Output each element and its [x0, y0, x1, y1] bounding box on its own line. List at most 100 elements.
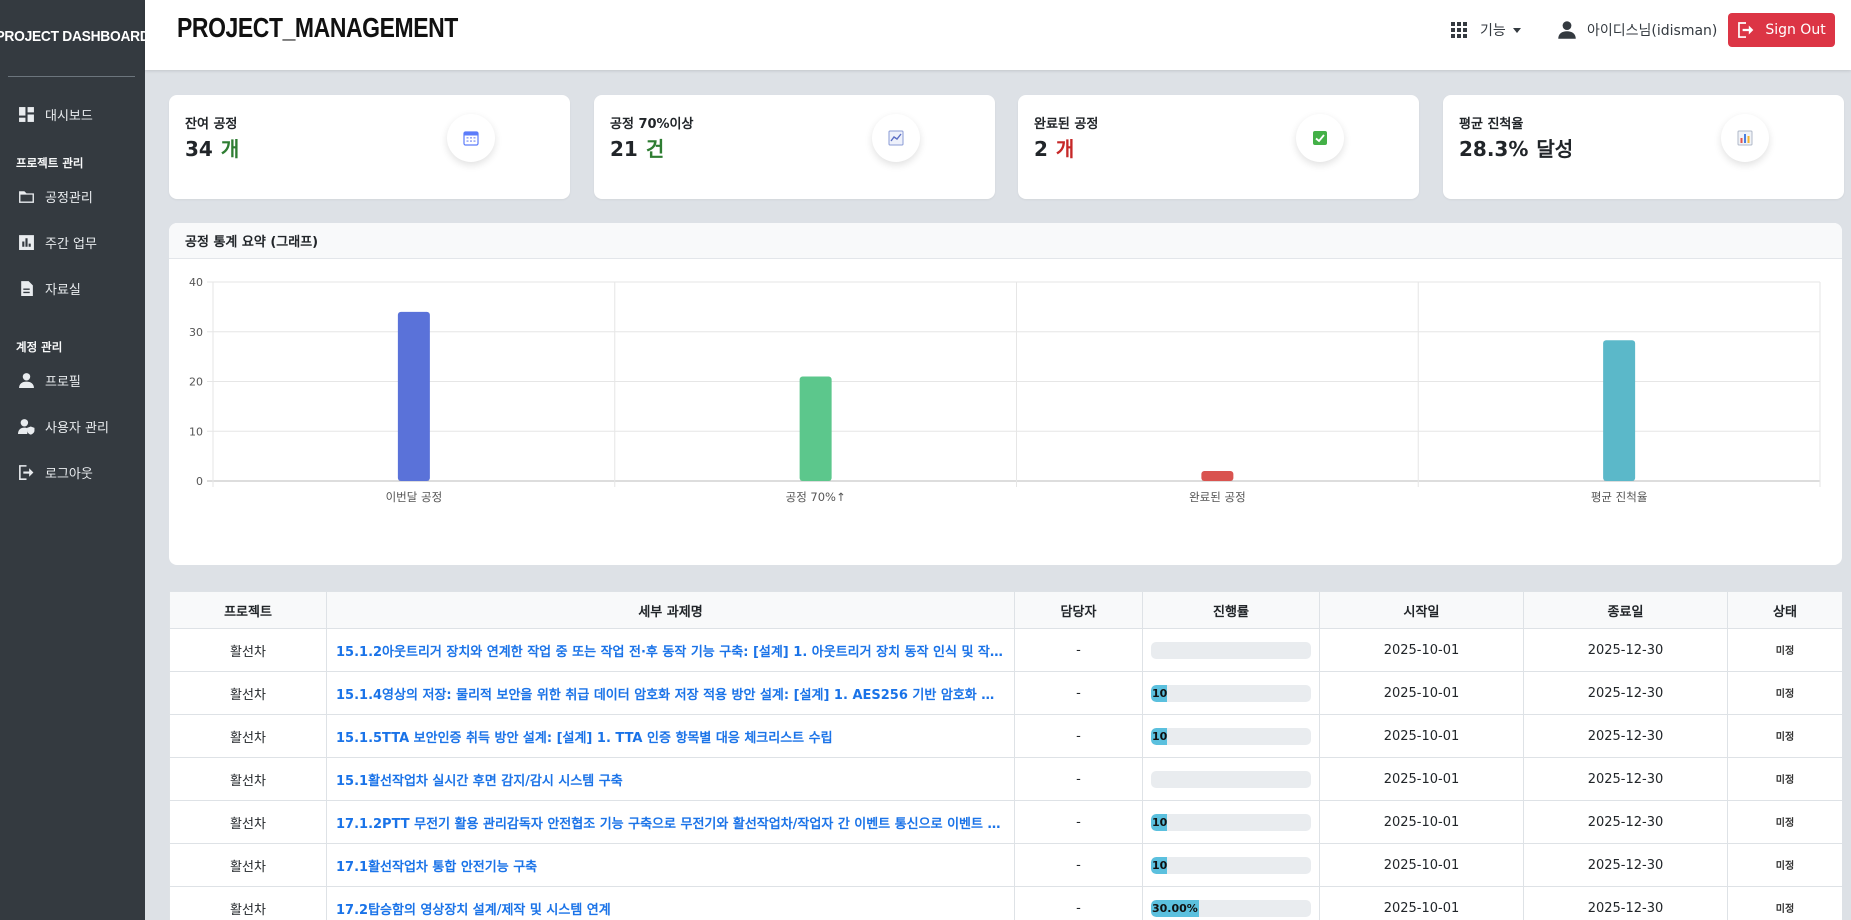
start-date-cell: 2025-10-01	[1319, 714, 1524, 758]
column-header[interactable]: 세부 과제명	[326, 591, 1015, 629]
document-icon	[21, 280, 33, 296]
table-row[interactable]: 활선차 15.1.2아웃트리거 장치와 연계한 작업 중 또는 작업 전·후 동작…	[169, 628, 1842, 672]
stat-number: 34	[185, 137, 213, 161]
table-row[interactable]: 활선차 17.2탑승함의 영상장치 설계/제작 및 시스템 연계 -30.00% 20…	[169, 886, 1842, 920]
manager-cell: -	[1014, 757, 1143, 801]
sidebar-item-library[interactable]: 자료실	[0, 265, 145, 311]
sidebar-item-label: 대시보드	[45, 108, 93, 124]
sidebar-item-label: 프로필	[45, 374, 81, 390]
y-tick-label: 0	[196, 475, 203, 488]
sidebar-item-label: 주간 업무	[45, 236, 97, 252]
sidebar-item-dashboard[interactable]: 대시보드	[0, 91, 145, 137]
manager-cell: -	[1014, 671, 1143, 715]
stat-card-value: 21 건	[610, 133, 664, 162]
progress-bar	[1151, 770, 1311, 788]
task-link[interactable]: 17.1.2PTT 무전기 활용 관리감독자 안전협조 기능 구축으로 무전기와…	[326, 800, 1015, 844]
y-tick-label: 20	[189, 376, 203, 389]
sidebar-item-profile[interactable]: 프로필	[0, 357, 145, 403]
column-header[interactable]: 상태	[1727, 591, 1842, 629]
start-date-cell: 2025-10-01	[1319, 628, 1524, 672]
project-cell: 활선차	[169, 671, 327, 715]
manager-cell: -	[1014, 886, 1143, 920]
end-date-cell: 2025-12-30	[1523, 628, 1728, 672]
progress-cell: 10.00%	[1142, 671, 1320, 715]
x-tick-label: 이번달 공정	[386, 490, 443, 504]
sidebar-item-process[interactable]: 공정관리	[0, 173, 145, 219]
column-header[interactable]: 프로젝트	[169, 591, 327, 629]
end-date-cell: 2025-12-30	[1523, 714, 1728, 758]
sidebar-section-project: 프로젝트 관리	[16, 156, 84, 170]
user-name: 아이디스님(idisman)	[1587, 23, 1718, 39]
manager-cell: -	[1014, 628, 1143, 672]
progress-cell: 10.00%	[1142, 800, 1320, 844]
stat-card-label: 완료된 공정	[1034, 117, 1099, 132]
progress-cell: 10.00%	[1142, 714, 1320, 758]
status-cell: 미정	[1727, 757, 1842, 801]
status-badge: 미정	[1775, 732, 1795, 743]
table-row[interactable]: 활선차 15.1.5TTA 보안인증 취득 방안 설계: [설계] 1. TTA …	[169, 714, 1842, 758]
sidebar-item-weekly[interactable]: 주간 업무	[0, 219, 145, 265]
stat-number: 21	[610, 137, 638, 161]
task-link[interactable]: 15.1.5TTA 보안인증 취득 방안 설계: [설계] 1. TTA 인증 …	[326, 714, 1015, 758]
stat-unit: 건	[645, 137, 665, 161]
start-date-cell: 2025-10-01	[1319, 757, 1524, 801]
progress-fill: 30.00%	[1151, 899, 1199, 917]
sign-out-button[interactable]: Sign Out	[1728, 13, 1835, 47]
progress-cell: 10.00%	[1142, 843, 1320, 887]
stat-card-label: 평균 진척율	[1459, 117, 1524, 132]
table-row[interactable]: 활선차 15.1활선작업차 실시간 후면 감지/감시 시스템 구축 - 2025-10…	[169, 757, 1842, 801]
progress-bar: 10.00%	[1151, 813, 1311, 831]
bar-chart: 0 10 20 30 40 이번달 공정 공정 70%↑ 완료된 공정 평균 진척율	[189, 276, 1821, 504]
x-tick-label: 완료된 공정	[1189, 490, 1246, 504]
end-date-cell: 2025-12-30	[1523, 800, 1728, 844]
task-table-container: 프로젝트 세부 과제명 담당자 진행률 시작일 종료일 상태 활선차 15.1.2…	[169, 591, 1842, 920]
sidebar-item-logout[interactable]: 로그아웃	[0, 449, 145, 495]
stat-card-value: 2개	[1034, 133, 1074, 162]
start-date-cell: 2025-10-01	[1319, 671, 1524, 715]
progress-fill	[1151, 642, 1152, 659]
user-icon	[19, 372, 34, 388]
chart-bar	[397, 311, 430, 481]
stat-card-value: 28.3% 달성	[1459, 133, 1573, 162]
brand-logo[interactable]: PROJECT DASHBOARD	[0, 0, 150, 72]
sidebar-item-label: 로그아웃	[45, 466, 93, 482]
column-header[interactable]: 진행률	[1142, 591, 1320, 629]
progress-fill: 10.00%	[1151, 856, 1167, 874]
manager-cell: -	[1014, 843, 1143, 887]
status-badge: 미정	[1775, 689, 1795, 700]
x-tick-label: 평균 진척율	[1591, 490, 1648, 504]
user-menu[interactable]: 아이디스님(idisman)	[1557, 20, 1717, 40]
task-link[interactable]: 17.1활선작업차 통합 안전기능 구축	[326, 843, 1015, 887]
table-row[interactable]: 활선차 15.1.4영상의 저장: 물리적 보안을 위한 취급 데이터 암호화 저…	[169, 671, 1842, 715]
progress-fill: 10.00%	[1151, 727, 1167, 745]
stat-card-average: 평균 진척율 28.3% 달성	[1443, 95, 1844, 199]
column-header[interactable]: 담당자	[1014, 591, 1143, 629]
status-badge: 미정	[1775, 861, 1795, 872]
stat-card-label: 잔여 공정	[185, 117, 238, 132]
top-navbar: PROJECT_MANAGEMENT 기능 아이디스님(idisman) Sig…	[145, 0, 1851, 70]
logout-icon	[19, 464, 34, 480]
check-box-icon	[1296, 114, 1344, 162]
status-cell: 미정	[1727, 628, 1842, 672]
table-row[interactable]: 활선차17.1활선작업차 통합 안전기능 구축-10.00% 2025-10-01…	[169, 843, 1842, 887]
column-header[interactable]: 시작일	[1319, 591, 1524, 629]
task-link[interactable]: 15.1활선작업차 실시간 후면 감지/감시 시스템 구축	[326, 757, 1015, 801]
stat-unit: 달성	[1536, 137, 1574, 161]
table-row[interactable]: 활선차 17.1.2PTT 무전기 활용 관리감독자 안전협조 기능 구축으로 무…	[169, 800, 1842, 844]
x-tick-label: 공정 70%↑	[786, 490, 846, 504]
start-date-cell: 2025-10-01	[1319, 843, 1524, 887]
trend-chart-icon	[872, 114, 920, 162]
sign-out-label: Sign Out	[1765, 22, 1826, 38]
chart-card: 공정 통계 요약 (그래프) 0 10 20 30 40 이번달 공정 공정 70%↑ 완료된…	[169, 223, 1842, 565]
chart-bar	[799, 376, 832, 481]
status-cell: 미정	[1727, 800, 1842, 844]
sidebar: PROJECT DASHBOARD 대시보드 프로젝트 관리 공정관리 주간 업…	[0, 0, 150, 920]
sidebar-item-user-admin[interactable]: 사용자 관리	[0, 403, 145, 449]
task-link[interactable]: 15.1.4영상의 저장: 물리적 보안을 위한 취급 데이터 암호화 저장 적…	[326, 671, 1015, 715]
column-header[interactable]: 종료일	[1523, 591, 1728, 629]
feature-dropdown[interactable]: 기능	[1451, 20, 1521, 40]
task-link[interactable]: 15.1.2아웃트리거 장치와 연계한 작업 중 또는 작업 전·후 동작 기능…	[326, 628, 1015, 672]
task-link[interactable]: 17.2탑승함의 영상장치 설계/제작 및 시스템 연계	[326, 886, 1015, 920]
progress-cell: 30.00%	[1142, 886, 1320, 920]
stat-card-remaining: 잔여 공정 34 개	[169, 95, 570, 199]
